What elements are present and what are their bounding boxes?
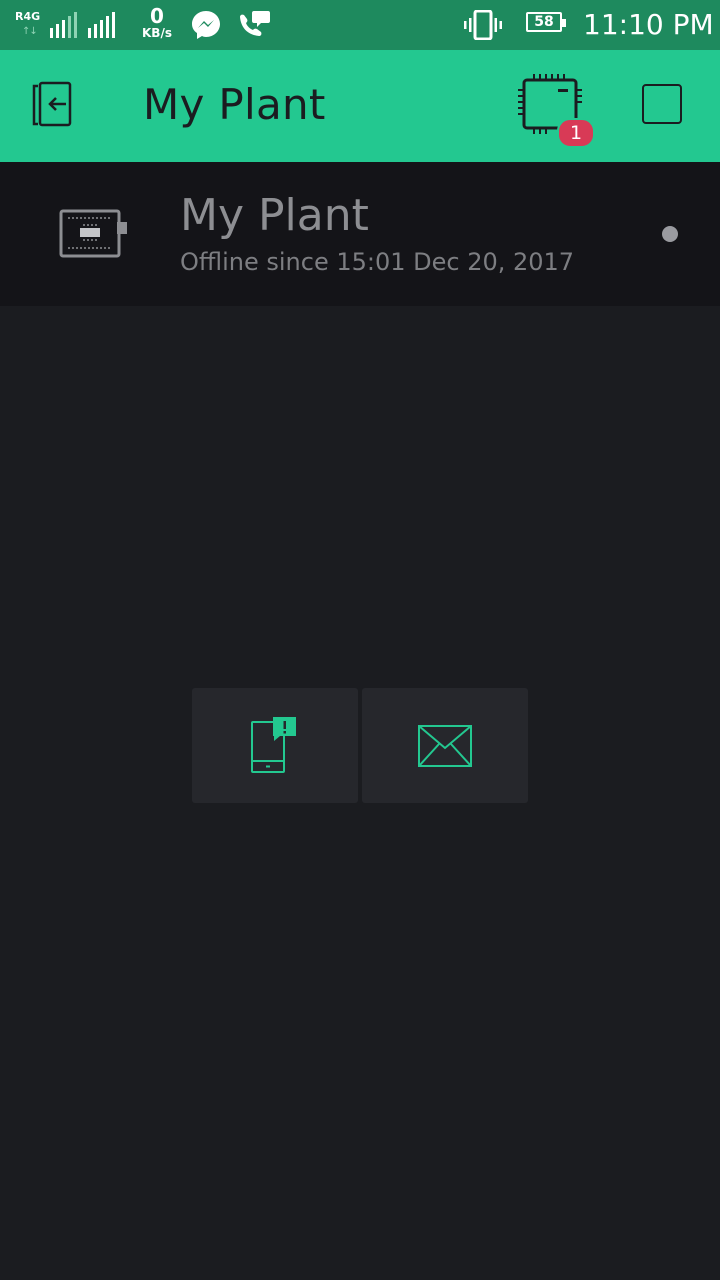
status-bar: R4G ↑↓ 0 KB/s 58 11:10 PM (0, 0, 720, 50)
notification-widget[interactable] (192, 688, 358, 803)
device-button[interactable]: 1 (516, 72, 596, 148)
network-type: R4G (15, 10, 41, 23)
battery-icon: 58 (526, 12, 566, 32)
signal-icon (50, 12, 115, 38)
network-arrows: ↑↓ (22, 26, 38, 37)
app-bar: My Plant 1 (0, 50, 720, 162)
device-row[interactable]: My Plant Offline since 15:01 Dec 20, 201… (0, 162, 720, 306)
notification-badge: 1 (557, 118, 595, 148)
data-speed-unit: KB/s (142, 26, 172, 40)
battery-level: 58 (534, 14, 554, 30)
status-clock: 11:10 PM (583, 8, 714, 41)
vibrate-icon (464, 10, 502, 40)
phone-chat-icon (240, 11, 270, 36)
envelope-icon (418, 724, 472, 767)
page-title: My Plant (143, 80, 326, 129)
back-icon[interactable] (26, 80, 82, 132)
square-icon[interactable] (642, 84, 682, 124)
email-widget[interactable] (362, 688, 528, 803)
data-speed-value: 0 (150, 4, 164, 28)
phone-alert-icon (251, 716, 296, 773)
data-speed: 0 KB/s (140, 6, 174, 39)
status-dot (662, 226, 678, 242)
device-status: Offline since 15:01 Dec 20, 2017 (180, 248, 575, 276)
device-name: My Plant (180, 190, 369, 241)
widget-tiles (192, 688, 528, 803)
board-icon (59, 209, 127, 258)
messenger-icon (192, 11, 220, 39)
